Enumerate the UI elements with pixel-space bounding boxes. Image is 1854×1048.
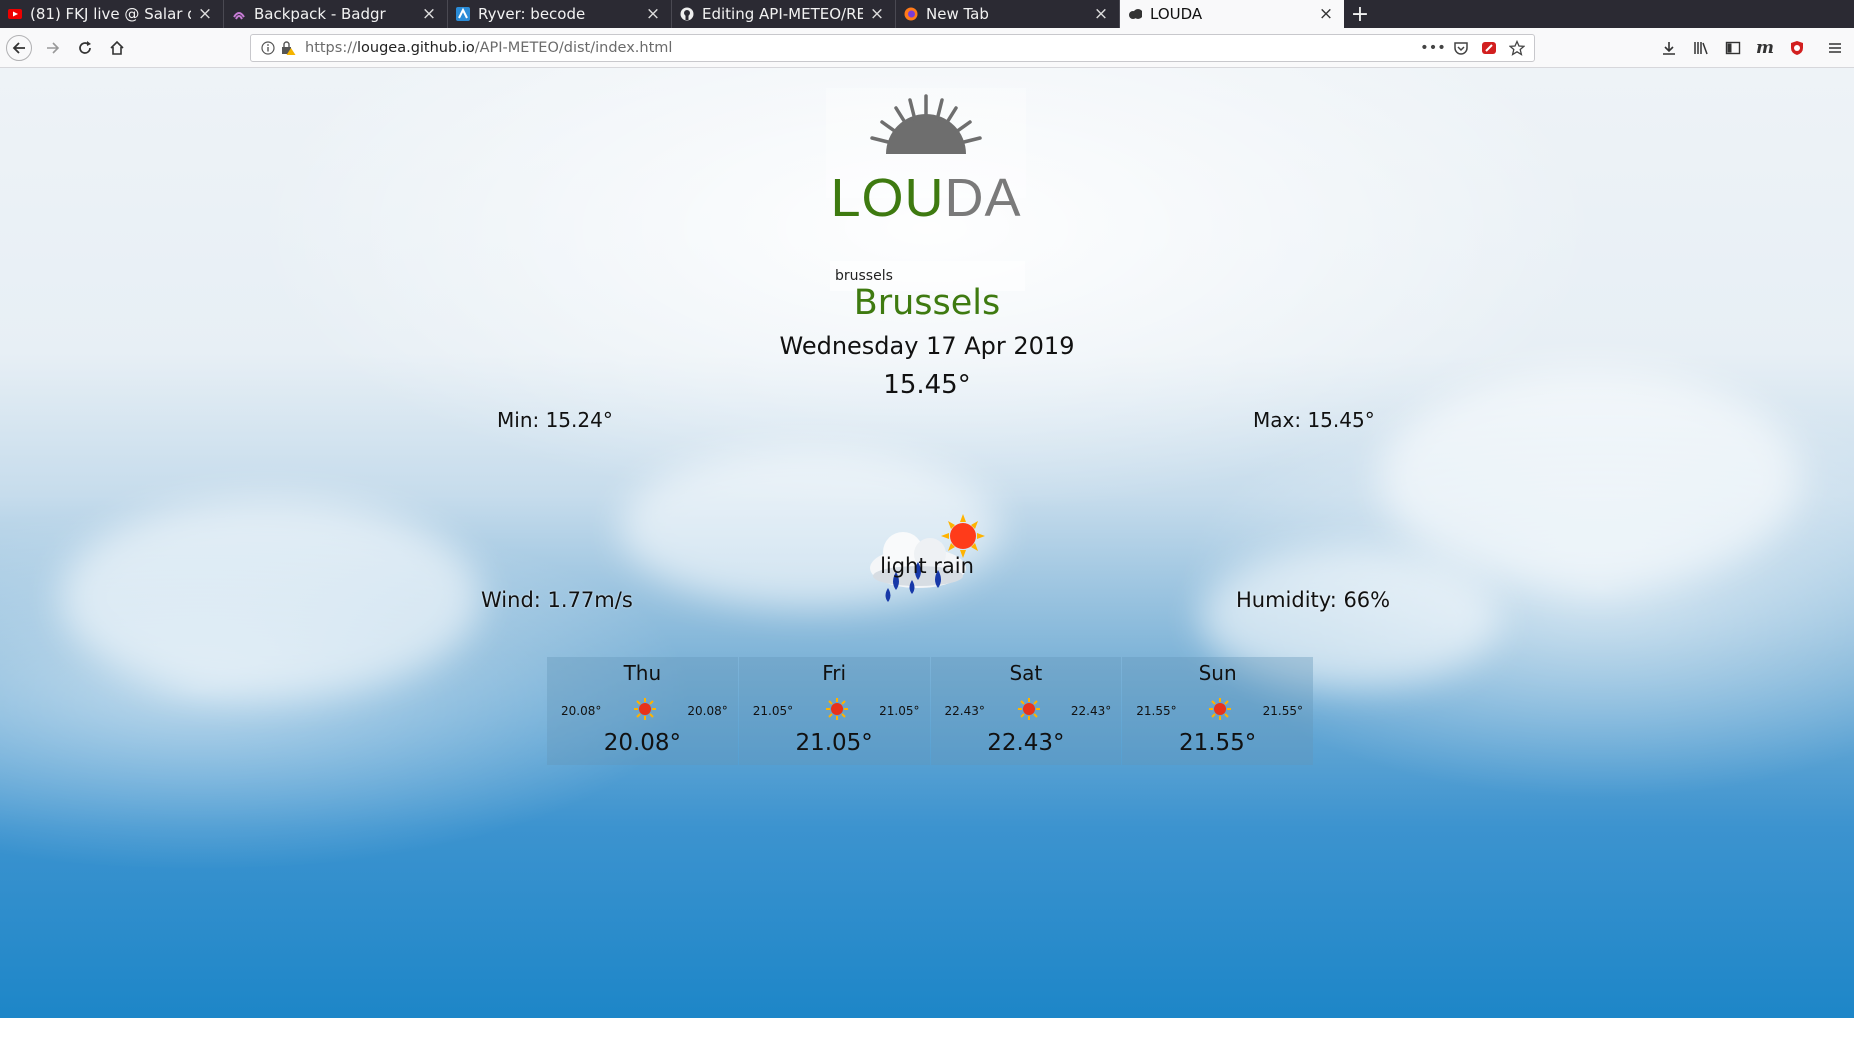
- forecast-day-name: Thu: [623, 661, 662, 685]
- current-date: Wednesday 17 Apr 2019: [779, 332, 1075, 360]
- lock-warning-icon[interactable]: [279, 39, 297, 57]
- logo-wordmark: LOUDA: [830, 168, 1022, 228]
- forecast-day: Sat 22.43° 22.43° 22.43°: [930, 657, 1122, 765]
- firefox-icon: [904, 7, 918, 21]
- tab-youtube[interactable]: (81) FKJ live @ Salar de U ×: [0, 0, 224, 28]
- menu-button[interactable]: [1822, 35, 1848, 61]
- min-temperature: Min: 15.24°: [497, 408, 613, 432]
- arrow-left-icon: [12, 42, 25, 54]
- tab-title: Backpack - Badgr: [254, 5, 386, 23]
- forecast-low: 20.08°: [561, 704, 602, 718]
- page-viewport: LOUDA Brussels Wednesday 17 Apr 2019 15.…: [0, 68, 1854, 1018]
- forecast-day: Sun 21.55° 21.55° 21.55°: [1122, 657, 1313, 765]
- humidity: Humidity: 66%: [1236, 588, 1391, 612]
- forecast-high: 21.05°: [879, 704, 920, 718]
- forecast-strip: Thu 20.08° 20.08° 20.08° Fri 21.05° 21.0…: [547, 657, 1314, 765]
- url-bar[interactable]: https://lougea.github.io/API-METEO/dist/…: [250, 34, 1535, 62]
- forecast-day: Fri 21.05° 21.05° 21.05°: [738, 657, 930, 765]
- sidebar-icon: [1725, 41, 1741, 55]
- background-cloud: [60, 498, 480, 698]
- tab-title: Editing API-METEO/REA: [702, 5, 863, 23]
- github-icon: [680, 7, 694, 21]
- close-icon[interactable]: ×: [197, 4, 213, 24]
- wind-speed: Wind: 1.77m/s: [481, 588, 633, 612]
- pocket-icon[interactable]: [1450, 38, 1472, 58]
- forecast-temperature: 21.55°: [1178, 730, 1257, 756]
- ryver-icon: [456, 7, 470, 21]
- reload-icon: [79, 41, 91, 54]
- badgr-icon: [232, 7, 246, 21]
- tab-github[interactable]: Editing API-METEO/REA ×: [672, 0, 896, 28]
- navigation-bar: https://lougea.github.io/API-METEO/dist/…: [0, 28, 1854, 68]
- forecast-day-name: Sat: [1009, 661, 1043, 685]
- close-icon[interactable]: ×: [421, 4, 437, 24]
- forecast-day-name: Fri: [822, 661, 847, 685]
- tab-title: LOUDA: [1150, 5, 1203, 23]
- back-button[interactable]: [6, 35, 32, 61]
- home-button[interactable]: [104, 35, 130, 61]
- close-icon[interactable]: ×: [645, 4, 661, 24]
- sun-icon: [634, 698, 656, 720]
- forecast-high: 22.43°: [1070, 704, 1112, 718]
- url-text[interactable]: https://lougea.github.io/API-METEO/dist/…: [305, 40, 1422, 56]
- library-button[interactable]: [1688, 35, 1714, 61]
- close-icon[interactable]: ×: [869, 4, 885, 24]
- forecast-low: 21.05°: [752, 704, 794, 718]
- shield-extension-icon[interactable]: [1784, 35, 1810, 61]
- sidebar-button[interactable]: [1720, 35, 1746, 61]
- tab-bar: (81) FKJ live @ Salar de U × Backpack - …: [0, 0, 1854, 28]
- sun-icon: [1017, 698, 1040, 720]
- tab-louda[interactable]: LOUDA ×: [1120, 0, 1344, 28]
- forecast-low: 22.43°: [944, 704, 985, 718]
- forecast-temperature: 20.08°: [603, 730, 682, 756]
- current-temperature: 15.45°: [883, 370, 971, 400]
- library-icon: [1694, 42, 1708, 55]
- forecast-temperature: 21.05°: [795, 730, 873, 756]
- home-icon: [110, 40, 124, 55]
- tab-title: Ryver: becode: [478, 5, 586, 23]
- info-icon[interactable]: [259, 39, 277, 57]
- hamburger-icon: [1829, 43, 1841, 53]
- forecast-day: Thu 20.08° 20.08° 20.08°: [547, 657, 738, 765]
- page-actions-icon[interactable]: •••: [1420, 38, 1446, 58]
- forecast-day-name: Sun: [1198, 661, 1237, 685]
- new-tab-button[interactable]: +: [1344, 0, 1376, 28]
- sun-icon: [1209, 698, 1232, 720]
- m-extension-icon[interactable]: m: [1752, 35, 1778, 61]
- close-icon[interactable]: ×: [1318, 4, 1334, 24]
- tab-new-tab[interactable]: New Tab ×: [896, 0, 1120, 28]
- tab-title: (81) FKJ live @ Salar de U: [30, 5, 191, 23]
- tab-badgr[interactable]: Backpack - Badgr ×: [224, 0, 448, 28]
- download-icon: [1663, 42, 1675, 55]
- arrow-right-icon: [47, 42, 60, 54]
- close-icon[interactable]: ×: [1093, 4, 1109, 24]
- forecast-low: 21.55°: [1136, 704, 1177, 718]
- sun-icon: [825, 698, 848, 720]
- forward-button[interactable]: [40, 35, 66, 61]
- star-icon[interactable]: [1506, 38, 1528, 58]
- forecast-high: 21.55°: [1262, 704, 1303, 718]
- reload-button[interactable]: [72, 35, 98, 61]
- extension-red-icon[interactable]: [1478, 38, 1500, 58]
- forecast-temperature: 22.43°: [987, 730, 1065, 756]
- youtube-icon: [8, 7, 22, 21]
- tab-ryver[interactable]: Ryver: becode ×: [448, 0, 672, 28]
- weather-description: light rain: [880, 554, 974, 578]
- download-button[interactable]: [1656, 35, 1682, 61]
- forecast-high: 20.08°: [687, 704, 728, 718]
- cloud-icon: [1128, 7, 1142, 21]
- tab-title: New Tab: [926, 5, 989, 23]
- max-temperature: Max: 15.45°: [1253, 408, 1375, 432]
- city-name: Brussels: [853, 283, 1001, 323]
